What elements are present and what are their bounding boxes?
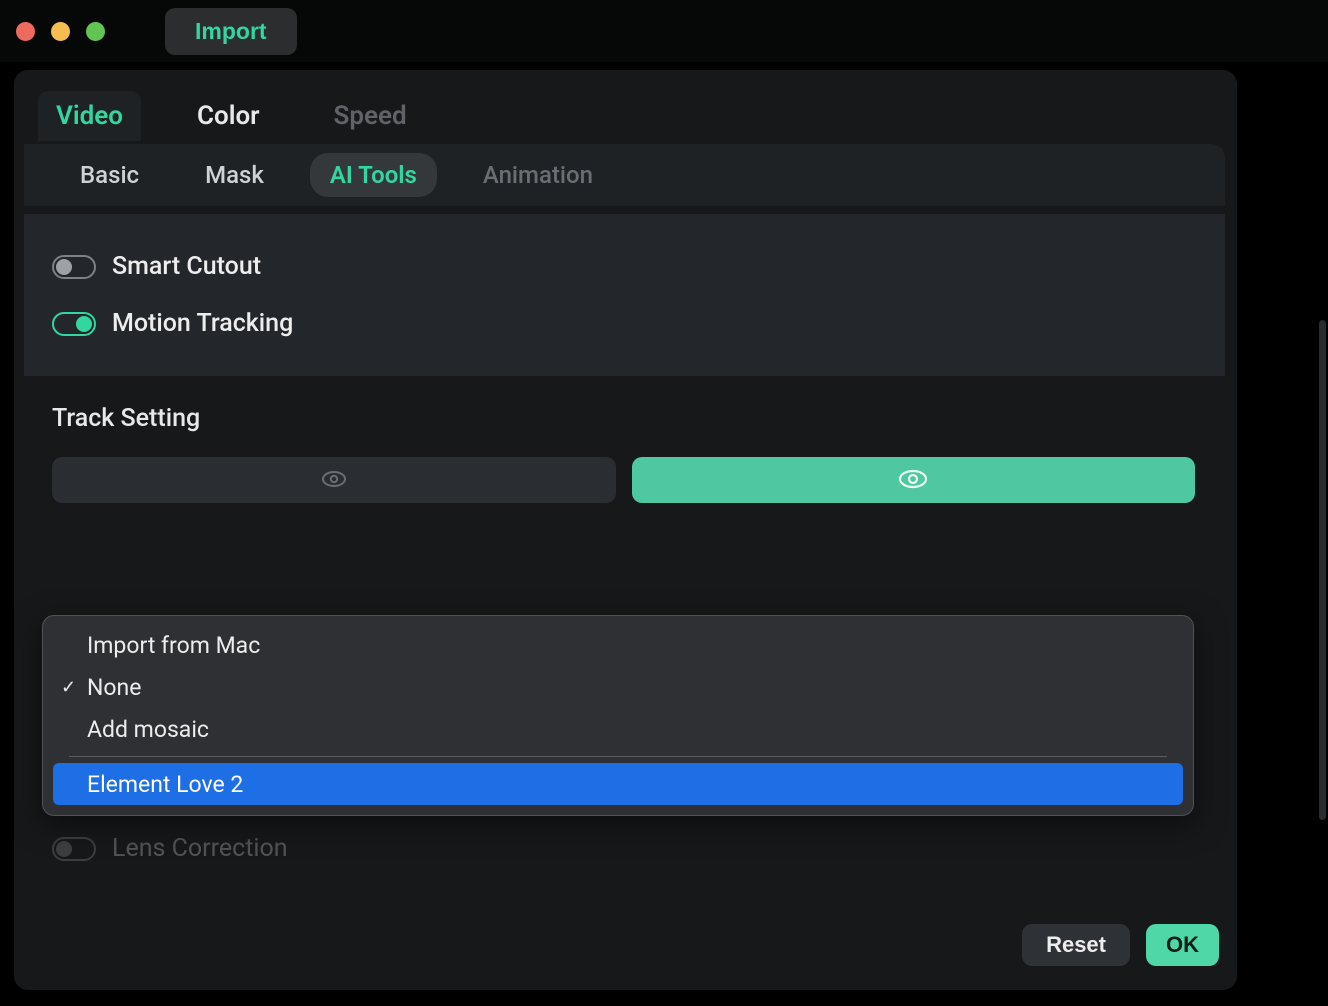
import-button[interactable]: Import bbox=[165, 8, 297, 55]
window-minimize-button[interactable] bbox=[51, 22, 70, 41]
inspector-panel: Video Color Speed Basic Mask AI Tools An… bbox=[14, 70, 1237, 990]
tab-video[interactable]: Video bbox=[38, 91, 141, 141]
window-close-button[interactable] bbox=[16, 22, 35, 41]
subtab-mask[interactable]: Mask bbox=[185, 153, 284, 197]
traffic-lights bbox=[10, 22, 105, 41]
motion-tracking-toggle[interactable] bbox=[52, 312, 96, 336]
main-tabs: Video Color Speed bbox=[14, 70, 1237, 144]
tab-speed: Speed bbox=[316, 91, 425, 141]
smart-cutout-label: Smart Cutout bbox=[112, 252, 261, 281]
eye-off-icon bbox=[319, 468, 349, 493]
checkmark-icon: ✓ bbox=[61, 677, 76, 698]
subtab-basic[interactable]: Basic bbox=[60, 153, 159, 197]
dropdown-item-import-from-mac[interactable]: ✓ Import from Mac bbox=[53, 624, 1183, 666]
reset-button[interactable]: Reset bbox=[1022, 924, 1130, 966]
track-setting-section: Track Setting bbox=[24, 376, 1225, 503]
track-setting-title: Track Setting bbox=[52, 404, 1195, 433]
smart-cutout-toggle[interactable] bbox=[52, 255, 96, 279]
footer-buttons: Reset OK bbox=[1022, 924, 1219, 966]
eye-icon bbox=[896, 467, 930, 494]
subtab-ai-tools[interactable]: AI Tools bbox=[310, 153, 437, 197]
dropdown-item-none[interactable]: ✓ None bbox=[53, 666, 1183, 708]
dropdown-item-label: Import from Mac bbox=[87, 632, 260, 659]
content-area: Smart Cutout Motion Tracking Track Setti… bbox=[24, 214, 1225, 503]
track-mode-visible-button[interactable] bbox=[632, 457, 1196, 503]
motion-tracking-label: Motion Tracking bbox=[112, 309, 293, 338]
lens-correction-row: Lens Correction bbox=[52, 834, 288, 863]
scrollbar[interactable] bbox=[1319, 320, 1326, 820]
ok-button[interactable]: OK bbox=[1146, 924, 1219, 966]
ai-section: Smart Cutout Motion Tracking bbox=[24, 214, 1225, 376]
app-window: Import Video Color Speed Basic Mask AI T… bbox=[0, 0, 1328, 1006]
lens-correction-label: Lens Correction bbox=[112, 834, 288, 863]
link-element-dropdown: ✓ Import from Mac ✓ None ✓ Add mosaic ✓ … bbox=[42, 615, 1194, 816]
dropdown-item-label: None bbox=[87, 674, 141, 701]
tab-color[interactable]: Color bbox=[179, 91, 278, 141]
motion-tracking-row: Motion Tracking bbox=[52, 295, 1225, 352]
dropdown-item-element-love-2[interactable]: ✓ Element Love 2 bbox=[53, 763, 1183, 805]
dropdown-item-add-mosaic[interactable]: ✓ Add mosaic bbox=[53, 708, 1183, 750]
lens-correction-toggle[interactable] bbox=[52, 837, 96, 861]
dropdown-item-label: Add mosaic bbox=[87, 716, 209, 743]
titlebar: Import bbox=[0, 0, 1328, 62]
dropdown-separator bbox=[69, 756, 1167, 757]
smart-cutout-row: Smart Cutout bbox=[52, 238, 1225, 295]
track-mode-hidden-button[interactable] bbox=[52, 457, 616, 503]
subtab-animation: Animation bbox=[463, 153, 613, 197]
dropdown-item-label: Element Love 2 bbox=[87, 771, 243, 798]
track-setting-segmented bbox=[52, 457, 1195, 503]
sub-tabs: Basic Mask AI Tools Animation bbox=[24, 144, 1225, 206]
window-maximize-button[interactable] bbox=[86, 22, 105, 41]
